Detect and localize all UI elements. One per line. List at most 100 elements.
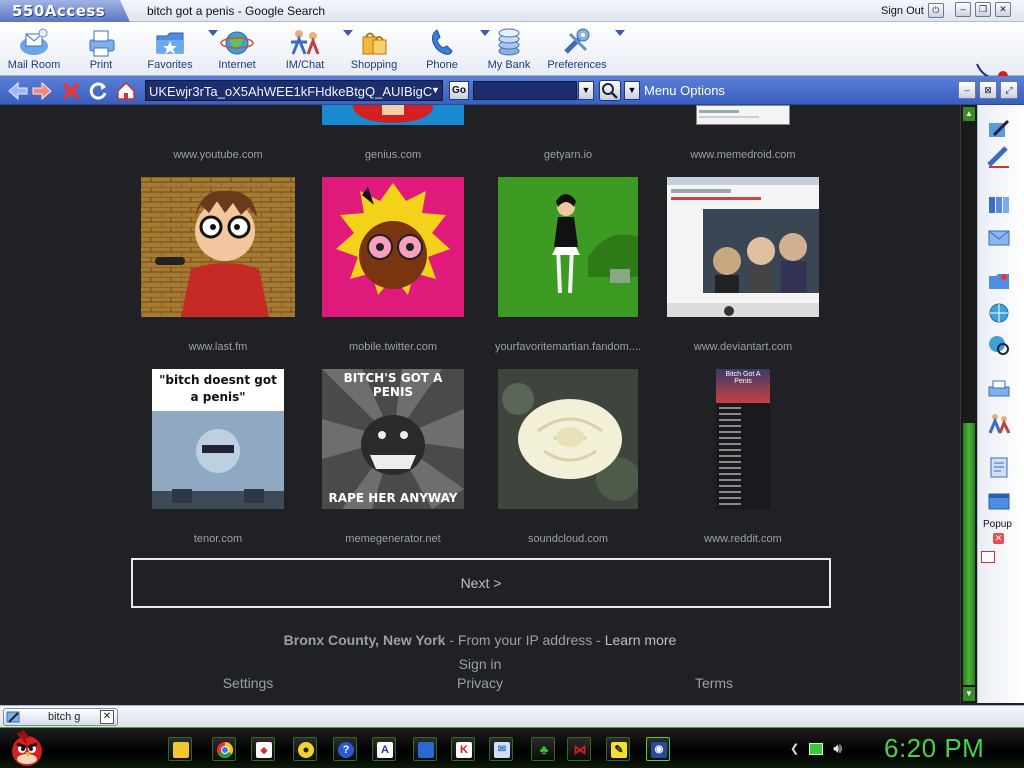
mail-room-icon — [17, 26, 51, 58]
toolbar-favorites[interactable]: Favorites — [134, 26, 218, 71]
vertical-scrollbar[interactable]: ▲ ▼ — [960, 105, 977, 703]
taskbar-media-button[interactable] — [293, 737, 317, 761]
people-icon[interactable] — [986, 411, 1012, 435]
go-button[interactable]: Go — [449, 81, 469, 100]
scroll-up-button[interactable]: ▲ — [963, 107, 975, 121]
toolbar-print[interactable]: Print — [65, 26, 137, 71]
popup-window-icon[interactable] — [986, 489, 1012, 513]
toolbar-my-bank[interactable]: My Bank — [473, 26, 545, 71]
sign-out-button[interactable]: Sign Out ⏻ — [881, 3, 944, 18]
result-site[interactable]: tenor.com — [152, 533, 284, 545]
taskbar-bow-button[interactable]: ⋈ — [567, 737, 591, 761]
preferences-icon — [560, 26, 594, 58]
result-image-memegenerator[interactable]: BITCH'S GOT A PENIS RAPE HER ANYWAY — [322, 369, 464, 509]
k-app-icon: K — [456, 742, 472, 758]
settings-link[interactable]: Settings — [188, 675, 308, 691]
search-input[interactable] — [473, 81, 577, 100]
privacy-link[interactable]: Privacy — [400, 675, 560, 691]
minimize-button[interactable]: – — [958, 81, 976, 99]
taskbar-chrome-button[interactable] — [212, 737, 236, 761]
scroll-thumb[interactable] — [963, 423, 975, 685]
result-site[interactable]: mobile.twitter.com — [322, 341, 464, 353]
tab-search[interactable]: bitch g ✕ — [3, 708, 118, 726]
notes-icon[interactable] — [986, 455, 1012, 479]
result-site[interactable]: www.deviantart.com — [667, 341, 819, 353]
forward-button[interactable] — [31, 80, 53, 102]
minimize-button[interactable]: – — [955, 2, 971, 17]
taskbar-clock[interactable]: 6:20 PM — [884, 733, 984, 764]
terms-link[interactable]: Terms — [654, 675, 774, 691]
taskbar-active-window-button[interactable]: ◉ — [646, 737, 670, 761]
taskbar-tree-button[interactable]: ♣ — [531, 737, 555, 761]
maximize-button[interactable]: ⤢ — [1000, 81, 1018, 99]
search-button[interactable] — [599, 80, 621, 101]
taskbar-folder-button[interactable] — [168, 737, 192, 761]
window-title: bitch got a penis - Google Search — [147, 4, 326, 18]
popup-window-small-icon[interactable] — [981, 551, 995, 563]
result-site[interactable]: soundcloud.com — [498, 533, 638, 545]
result-image-lastfm[interactable] — [141, 177, 295, 317]
result-image-genius[interactable] — [322, 105, 464, 125]
result-site[interactable]: www.reddit.com — [667, 533, 819, 545]
address-book-icon[interactable] — [986, 193, 1012, 217]
result-site[interactable]: www.last.fm — [141, 341, 295, 353]
result-image-reddit[interactable]: Bitch Got A Penis — [716, 369, 770, 509]
url-field[interactable]: UKEwjr3rTa_oX5AhWEE1kFHdkeBtgQ_AUIBigC ▼ — [145, 80, 443, 101]
stop-button[interactable] — [60, 80, 82, 102]
globe-icon[interactable] — [986, 301, 1012, 325]
result-site[interactable]: yourfavoritemartian.fandom.... — [492, 341, 644, 353]
result-image-deviantart[interactable] — [667, 177, 819, 317]
taskbar-book-button[interactable] — [413, 737, 437, 761]
result-image-memedroid[interactable] — [696, 105, 790, 125]
folder-icon[interactable] — [986, 269, 1012, 293]
popup-blocker-toggle[interactable]: ✕ — [993, 533, 1004, 544]
tab-close-button[interactable]: ✕ — [100, 710, 114, 724]
chevron-down-icon[interactable]: ▼ — [431, 83, 440, 98]
edit-icon[interactable] — [986, 145, 1012, 169]
toolbar-shopping[interactable]: Shopping — [338, 26, 410, 71]
toolbar-mail-room[interactable]: Mail Room — [0, 26, 70, 71]
close-page-button[interactable]: ⊠ — [979, 81, 997, 99]
network-icon[interactable] — [809, 742, 824, 755]
mail-icon[interactable] — [986, 225, 1012, 249]
menu-options-button[interactable]: Menu Options — [644, 83, 725, 98]
mail-icon: ✉ — [494, 742, 510, 758]
result-image-tenor[interactable]: "bitch doesnt got a penis" — [152, 369, 284, 509]
chevron-down-icon[interactable] — [615, 30, 625, 36]
back-button[interactable] — [7, 80, 29, 102]
result-image-soundcloud[interactable] — [498, 369, 640, 509]
toolbar-im-chat[interactable]: IM/Chat — [269, 26, 353, 71]
scroll-down-button[interactable]: ▼ — [963, 687, 975, 701]
volume-icon[interactable]: 🔊︎ — [833, 740, 842, 757]
result-site[interactable]: www.memedroid.com — [667, 149, 819, 161]
close-button[interactable]: ✕ — [995, 2, 1011, 17]
toolbar-preferences[interactable]: Preferences — [541, 26, 625, 71]
learn-more-link[interactable]: Learn more — [605, 632, 677, 648]
toolbar-phone[interactable]: Phone — [406, 26, 490, 71]
taskbar-mail-button[interactable]: ✉ — [489, 737, 513, 761]
printer-icon[interactable] — [986, 377, 1012, 401]
taskbar-document-button[interactable]: ◆ — [251, 737, 275, 761]
search-dropdown-button[interactable]: ▼ — [578, 81, 594, 100]
result-site[interactable]: memegenerator.net — [322, 533, 464, 545]
result-image-twitter[interactable] — [322, 177, 464, 317]
tray-chevron-icon[interactable]: ❮ — [790, 742, 799, 755]
start-button-angry-bird-icon[interactable] — [8, 729, 46, 767]
next-page-button[interactable]: Next > — [131, 558, 831, 608]
taskbar-notes-button[interactable]: ✎ — [606, 737, 630, 761]
write-icon[interactable] — [986, 117, 1012, 141]
taskbar-k-app-button[interactable]: K — [451, 737, 475, 761]
menu-dropdown-button[interactable]: ▼ — [624, 81, 640, 100]
web-search-icon[interactable] — [986, 333, 1012, 357]
taskbar-help-button[interactable]: ? — [333, 737, 357, 761]
restore-button[interactable]: ❐ — [975, 2, 991, 17]
result-site[interactable]: www.youtube.com — [141, 149, 295, 161]
toolbar-internet[interactable]: Internet — [201, 26, 273, 71]
result-site[interactable]: getyarn.io — [498, 149, 638, 161]
result-image-fandom[interactable] — [498, 177, 638, 317]
sign-in-link[interactable]: Sign in — [400, 656, 560, 672]
taskbar-font-button[interactable]: A — [372, 737, 396, 761]
refresh-button[interactable] — [87, 80, 109, 102]
home-button[interactable] — [115, 80, 137, 102]
result-site[interactable]: genius.com — [322, 149, 464, 161]
